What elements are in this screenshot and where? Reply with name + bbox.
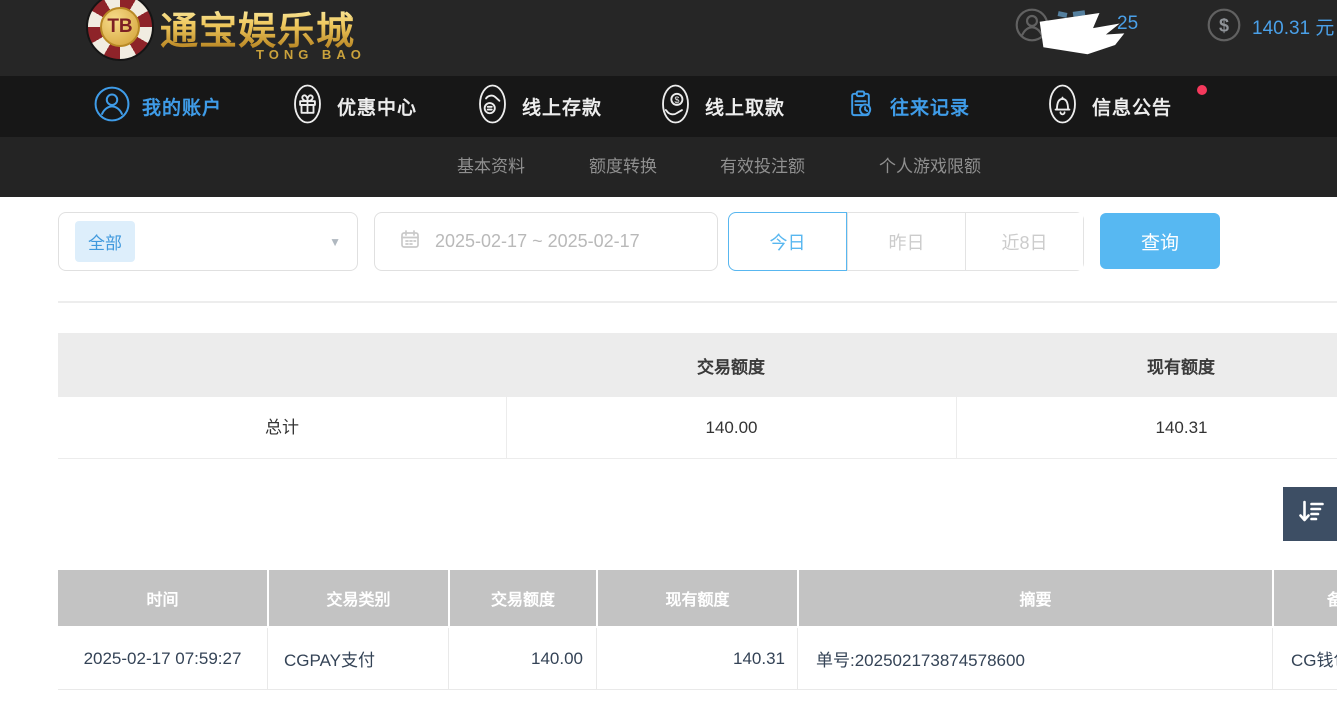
account-sub-nav: 基本资料 额度转换 有效投注额 个人游戏限额 [0,137,1337,197]
account-balance[interactable]: 140.31 元 [1252,13,1334,40]
record-trade-amount: 140.00 [448,628,596,689]
summary-col-trade-amount: 交易额度 [506,353,956,378]
nav-item-withdraw[interactable]: $ 线上取款 [657,76,785,137]
date-range-input[interactable]: 2025-02-17 ~ 2025-02-17 [374,212,718,271]
range-yesterday-button[interactable]: 昨日 [847,213,965,270]
summary-table-header: 交易额度 现有额度 [58,333,1337,397]
records-table: 时间 交易类别 交易额度 现有额度 摘要 备注 2025-02-17 07:59… [58,570,1337,690]
records-col-summary: 摘要 [797,570,1272,626]
brand-subtitle: TONG BAO [256,47,366,62]
summary-total-label: 总计 [58,397,506,458]
chevron-down-icon: ▼ [329,235,341,249]
gift-icon [289,83,326,130]
bell-icon [1044,83,1081,130]
balance-dollar-icon: $ [1206,7,1242,48]
record-type: CGPAY支付 [267,628,448,689]
subnav-item-game-limits[interactable]: 个人游戏限额 [879,137,981,197]
nav-label: 线上取款 [705,93,785,120]
transaction-type-select[interactable]: 全部 ▼ [58,212,358,271]
brand-logo-chip-text: TB [100,7,140,47]
nav-item-my-account[interactable]: 我的账户 [93,76,222,137]
record-time: 2025-02-17 07:59:27 [58,628,267,689]
my-account-icon [93,85,131,128]
nav-label: 线上存款 [522,93,602,120]
records-col-trade-amount: 交易额度 [448,570,596,626]
nav-label: 往来记录 [890,93,970,120]
subnav-item-basic-info[interactable]: 基本资料 [457,137,525,197]
quick-range-group: 今日 昨日 近8日 [728,212,1084,271]
withdraw-coin-hand-icon: $ [657,83,694,130]
section-divider [58,301,1337,303]
nav-item-transaction-records[interactable]: 往来记录 [842,76,970,137]
subnav-item-quota-transfer[interactable]: 额度转换 [589,137,657,197]
selected-type-chip: 全部 [75,221,135,262]
records-col-current-amount: 现有额度 [596,570,797,626]
calendar-icon [399,228,421,255]
date-range-value: 2025-02-17 ~ 2025-02-17 [435,231,640,252]
sort-descending-button[interactable] [1283,487,1337,541]
subnav-item-valid-bets[interactable]: 有效投注额 [720,137,805,197]
sort-descending-icon [1295,497,1327,532]
records-col-type: 交易类别 [267,570,448,626]
main-nav: 我的账户 优惠中心 线上存款 [0,76,1337,137]
svg-text:$: $ [674,95,679,105]
record-summary: 单号:202502173874578600 [797,628,1272,689]
records-col-remark: 备注 [1272,570,1337,626]
nav-item-deposit[interactable]: 线上存款 [474,76,602,137]
nav-item-promotions[interactable]: 优惠中心 [289,76,417,137]
summary-trade-value: 140.00 [506,397,956,458]
summary-table: 交易额度 现有额度 总计 140.00 140.31 [58,333,1337,459]
nav-label: 信息公告 [1092,93,1172,120]
range-today-button[interactable]: 今日 [728,212,847,271]
nav-label: 优惠中心 [337,93,417,120]
record-current-amount: 140.31 [596,628,797,689]
summary-current-value: 140.31 [956,397,1337,458]
table-row: 2025-02-17 07:59:27 CGPAY支付 140.00 140.3… [58,628,1337,690]
nav-item-announcements[interactable]: 信息公告 [1044,76,1172,137]
records-col-time: 时间 [58,570,267,626]
nav-label: 我的账户 [142,93,222,120]
redacted-text-fragment [1058,11,1068,18]
svg-text:$: $ [1219,16,1229,36]
summary-col-current-amount: 现有额度 [956,353,1337,378]
account-name-tail[interactable]: 25 [1117,13,1138,35]
summary-total-row: 总计 140.00 140.31 [58,397,1337,459]
range-last8days-button[interactable]: 近8日 [965,213,1083,270]
notification-badge-dot [1197,85,1207,95]
top-bar: TB 通宝娱乐城 TONG BAO 25 $ 140.31 元 [0,0,1337,76]
records-table-header: 时间 交易类别 交易额度 现有额度 摘要 备注 [58,570,1337,628]
record-remark: CG钱包 [1272,628,1337,689]
search-button[interactable]: 查询 [1100,213,1220,269]
brand-logo-chip: TB [86,0,154,61]
deposit-coin-hand-icon [474,83,511,130]
records-clipboard-clock-icon [842,83,879,130]
